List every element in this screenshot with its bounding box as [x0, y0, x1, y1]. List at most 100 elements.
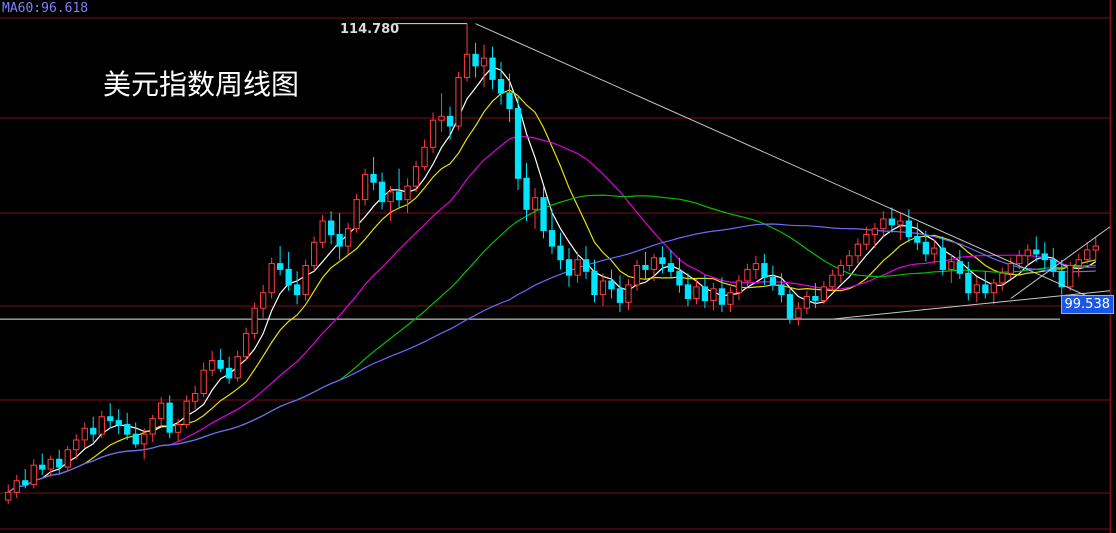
candle-down: [506, 92, 513, 109]
candle-up: [183, 400, 190, 426]
candle-down: [667, 263, 675, 272]
candle-down: [591, 270, 598, 296]
candle-down: [582, 259, 590, 272]
candle-down: [294, 284, 301, 296]
candle-up: [421, 146, 428, 168]
candle-down: [922, 241, 930, 255]
candle-down: [336, 234, 343, 247]
candle-up: [251, 307, 258, 334]
candle-up: [574, 259, 581, 276]
candle-down: [540, 197, 547, 232]
candle-down: [608, 280, 615, 290]
candle-down: [812, 296, 819, 301]
candle-up: [625, 284, 632, 303]
candle-up: [727, 292, 734, 305]
candle-up: [158, 402, 165, 420]
current-price-tag: 99.538: [1060, 295, 1114, 314]
candle-up: [735, 280, 743, 294]
candle-up: [871, 228, 879, 235]
candle-down: [769, 276, 777, 286]
candle-down: [226, 367, 233, 379]
candle-down: [166, 402, 173, 433]
candle-up: [863, 234, 870, 245]
candle-up: [200, 369, 207, 395]
candle-up: [260, 292, 267, 309]
candle-up: [243, 332, 250, 358]
candle-down: [115, 420, 122, 426]
candle-down: [684, 284, 692, 299]
candle-up: [13, 480, 20, 493]
candle-down: [217, 360, 224, 369]
candle-up: [854, 243, 862, 257]
candle-down: [472, 53, 479, 67]
candle-up: [693, 286, 700, 299]
candle-up: [710, 288, 717, 301]
candle-up: [948, 261, 955, 271]
candle-up: [531, 197, 539, 210]
candle-down: [22, 480, 29, 486]
candle-up: [209, 360, 216, 371]
candle-up: [353, 199, 360, 230]
candle-up: [1084, 249, 1091, 261]
candle-down: [956, 261, 964, 274]
candle-up: [837, 265, 845, 276]
candle-up: [438, 115, 445, 121]
candle-up: [463, 53, 471, 79]
ma20-line: [7, 135, 1096, 493]
candle-down: [1041, 253, 1048, 261]
candle-down: [778, 284, 785, 296]
candle-down: [90, 427, 97, 435]
candle-up: [880, 218, 887, 230]
candle-up: [599, 280, 607, 296]
candle-up: [829, 274, 836, 288]
candle-up: [931, 247, 938, 255]
candle-down: [676, 270, 683, 286]
candle-up: [81, 427, 88, 441]
candle-down: [939, 247, 947, 270]
candle-down: [786, 294, 794, 319]
candle-down: [132, 433, 139, 445]
candle-down: [982, 284, 989, 294]
candle-down: [642, 265, 649, 270]
candle-up: [455, 77, 462, 127]
candle-up: [311, 241, 318, 267]
candle-down: [761, 263, 768, 278]
candle-up: [1016, 255, 1023, 265]
candle-up: [268, 263, 275, 294]
candle-up: [633, 265, 641, 286]
candle-up: [650, 257, 658, 270]
candle-up: [47, 458, 54, 470]
candle-up: [64, 449, 71, 468]
candle-up: [1007, 263, 1015, 274]
candle-up: [820, 286, 828, 301]
candle-down: [888, 218, 896, 226]
candle-down: [56, 458, 63, 468]
candle-up: [192, 393, 199, 402]
candle-down: [124, 424, 131, 435]
candle-up: [744, 268, 751, 282]
candle-down: [565, 259, 573, 276]
candle-down: [616, 288, 624, 303]
candle-up: [752, 263, 760, 270]
candle-up: [1024, 249, 1031, 257]
candle-down: [1033, 249, 1040, 255]
candle-up: [98, 416, 105, 435]
candle-up: [1067, 265, 1074, 288]
chart-title: 美元指数周线图: [103, 68, 300, 101]
candle-down: [370, 173, 377, 183]
candle-down: [701, 286, 709, 301]
candle-up: [846, 255, 853, 267]
candle-down: [277, 263, 284, 270]
candle-down: [905, 220, 913, 237]
candle-down: [965, 272, 972, 294]
candle-up: [1092, 245, 1099, 251]
candle-up: [387, 191, 394, 203]
candle-down: [523, 177, 530, 210]
candle-up: [404, 185, 411, 201]
candle-up: [30, 464, 37, 486]
candle-down: [285, 268, 292, 286]
candle-up: [362, 173, 369, 201]
candle-up: [73, 439, 80, 451]
candle-up: [141, 433, 148, 445]
candle-up: [345, 228, 352, 247]
